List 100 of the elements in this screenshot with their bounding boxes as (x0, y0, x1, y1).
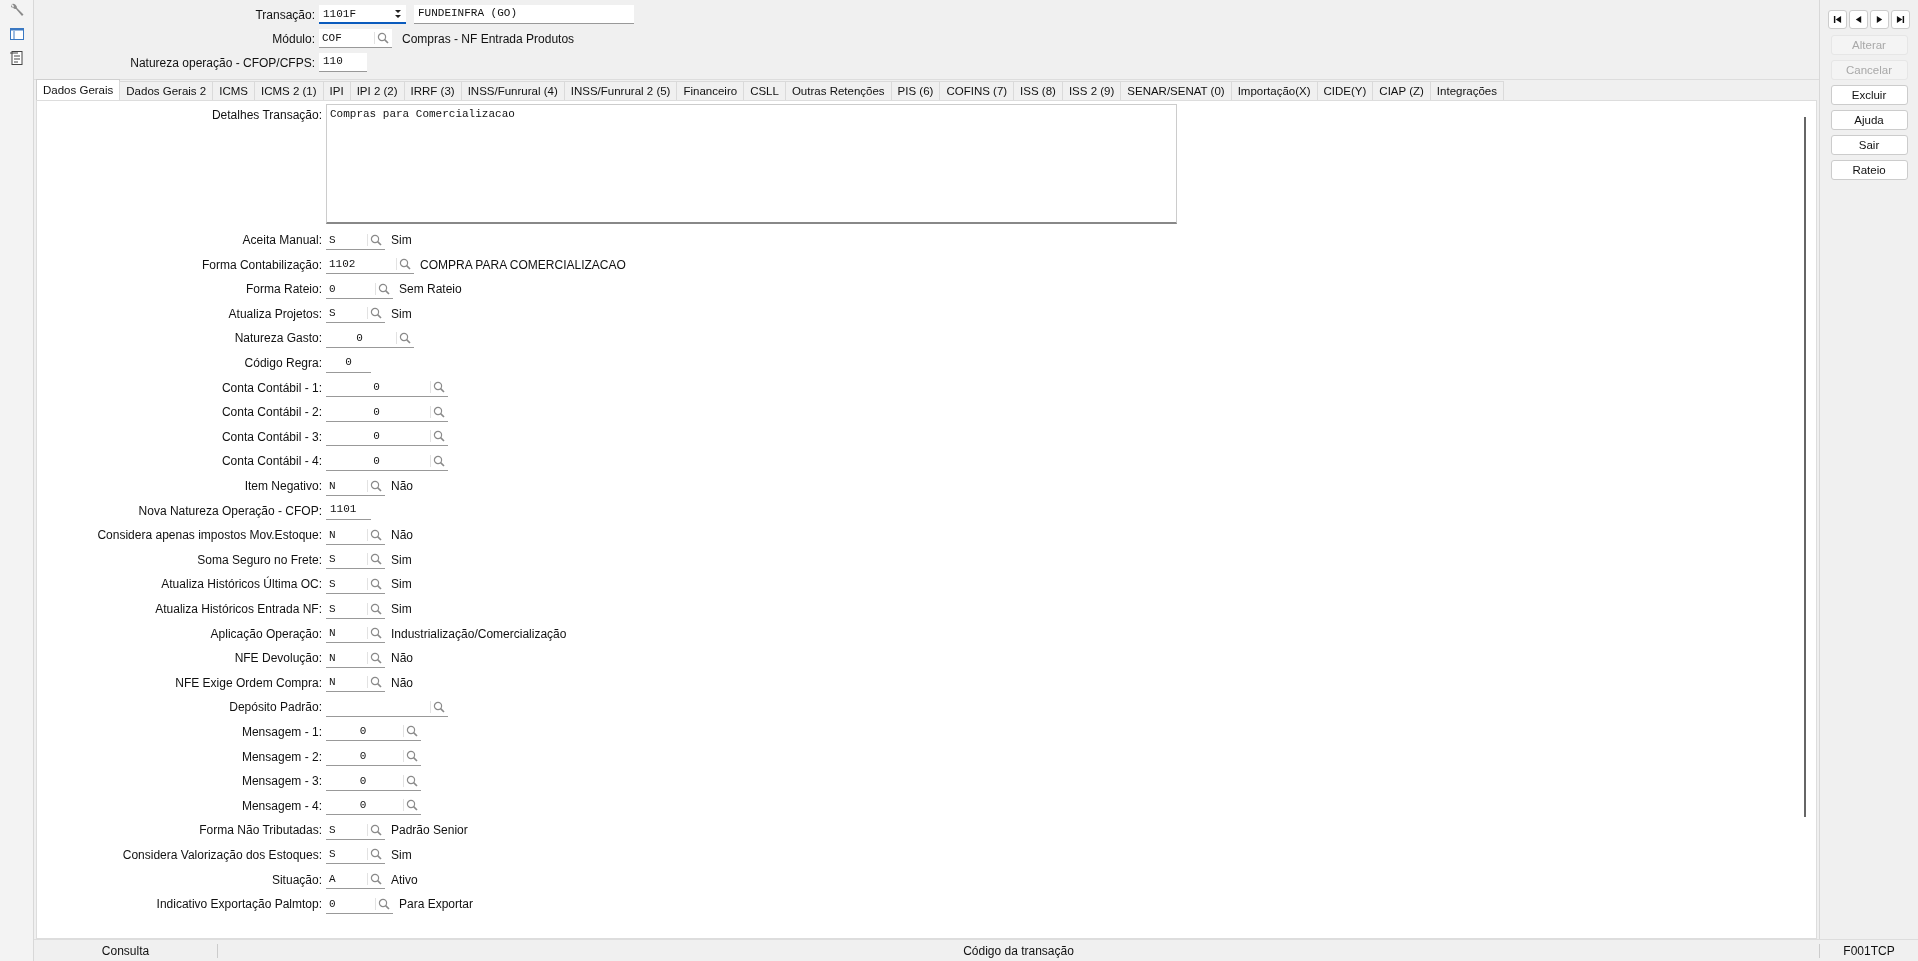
lookup-field[interactable]: S (326, 550, 385, 570)
field-label: Conta Contábil - 3: (220, 429, 322, 444)
field-label: Indicativo Exportação Palmtop: (155, 897, 322, 912)
lookup-field[interactable]: 0 (326, 722, 421, 742)
search-icon[interactable] (367, 233, 382, 246)
field-description: Compras - NF Entrada Produtos (402, 31, 575, 46)
tab[interactable]: PIS (6) (890, 81, 941, 100)
field-description: COMPRA PARA COMERCIALIZACAO (420, 257, 626, 272)
field-label: Código Regra: (243, 356, 322, 371)
field-label: Considera apenas impostos Mov.Estoque: (96, 528, 322, 543)
search-icon[interactable] (367, 577, 382, 590)
search-icon[interactable] (375, 897, 390, 910)
field-description: Não (391, 675, 413, 690)
search-icon[interactable] (374, 32, 389, 44)
field-description: Para Exportar (399, 897, 474, 912)
search-icon[interactable] (367, 873, 382, 886)
search-icon[interactable] (367, 823, 382, 836)
tab[interactable]: ISS 2 (9) (1061, 81, 1122, 100)
search-icon[interactable] (367, 848, 382, 861)
next-record-button[interactable] (1870, 10, 1889, 29)
search-icon[interactable] (403, 725, 418, 738)
search-icon[interactable] (403, 774, 418, 787)
search-icon[interactable] (367, 676, 382, 689)
tab[interactable]: COFINS (7) (939, 81, 1015, 100)
field-label: Aplicação Operação: (209, 626, 322, 641)
status-screen-code: F001TCP (1842, 943, 1896, 958)
lookup-field[interactable]: 1102 (326, 255, 414, 275)
tab[interactable]: CIDE(Y) (1316, 81, 1374, 100)
field-label: Mensagem - 1: (240, 724, 322, 739)
field-label: Mensagem - 3: (240, 774, 322, 789)
lookup-field[interactable]: 0 (326, 747, 421, 767)
arrow-icon (1875, 15, 1884, 24)
field-description: Padrão Senior (391, 823, 468, 838)
lookup-field[interactable]: N (326, 624, 385, 644)
lookup-field[interactable]: 0 (326, 378, 448, 398)
wrench-icon[interactable] (8, 2, 25, 18)
tab[interactable]: Importação(X) (1230, 81, 1318, 100)
lookup-field[interactable]: S (326, 845, 385, 865)
field-value: 1101F (323, 7, 356, 20)
search-icon[interactable] (430, 700, 445, 713)
tab[interactable]: INSS/Funrural 2 (5) (563, 81, 678, 100)
action-button[interactable]: Excluir (1830, 85, 1908, 105)
scrollbar-thumb[interactable] (1804, 117, 1806, 817)
lookup-field[interactable]: N (326, 673, 385, 693)
transaction-name-field[interactable]: FUNDEINFRA (GO) (414, 5, 634, 24)
module-field[interactable]: COF (319, 29, 392, 48)
cfop-field[interactable]: 110 (319, 53, 367, 72)
search-icon[interactable] (430, 430, 445, 443)
search-icon[interactable] (430, 381, 445, 394)
tab[interactable]: ISS (8) (1013, 81, 1063, 100)
form-icon[interactable] (8, 50, 25, 66)
search-icon[interactable] (367, 602, 382, 615)
field-label: NFE Devolução: (233, 651, 322, 666)
search-icon[interactable] (430, 454, 445, 467)
search-icon[interactable] (396, 331, 411, 344)
status-hint: Código da transação (218, 943, 1820, 958)
last-record-button[interactable] (1891, 10, 1910, 29)
field-description: Industrialização/Comercialização (391, 626, 567, 641)
field-label: Item Negativo: (243, 479, 322, 494)
field-label: Mensagem - 2: (240, 749, 322, 764)
search-icon[interactable] (367, 528, 382, 541)
transaction-combobox[interactable]: 1101F (319, 5, 406, 24)
tab[interactable]: IRRF (3) (403, 81, 462, 100)
search-icon[interactable] (367, 553, 382, 566)
arrow-icon (1854, 15, 1863, 24)
lookup-field[interactable]: S (326, 304, 385, 324)
search-icon[interactable] (367, 307, 382, 320)
dropdown-icon[interactable] (394, 8, 402, 19)
action-button[interactable]: Rateio (1830, 160, 1908, 180)
prev-record-button[interactable] (1849, 10, 1868, 29)
search-icon[interactable] (367, 479, 382, 492)
search-icon[interactable] (367, 651, 382, 664)
field-label: Detalhes Transação: (210, 107, 322, 122)
action-button[interactable]: Ajuda (1830, 110, 1908, 130)
search-icon[interactable] (403, 750, 418, 763)
search-icon[interactable] (403, 799, 418, 812)
first-record-button[interactable] (1828, 10, 1847, 29)
tab[interactable]: Integrações (1429, 81, 1504, 100)
tab[interactable]: ICMS 2 (1) (253, 81, 324, 100)
tab[interactable]: IPI 2 (2) (349, 81, 405, 100)
search-icon[interactable] (367, 627, 382, 640)
window-icon[interactable] (8, 26, 25, 42)
search-icon[interactable] (375, 282, 390, 295)
tab[interactable]: SENAR/SENAT (0) (1120, 81, 1232, 100)
search-icon[interactable] (396, 258, 411, 271)
action-button[interactable]: Sair (1830, 135, 1908, 155)
tab[interactable]: INSS/Funrural (4) (460, 81, 565, 100)
details-textarea[interactable]: Compras para Comercializacao (326, 104, 1177, 224)
field-label: Aceita Manual: (241, 233, 322, 248)
tab[interactable]: CIAP (Z) (1372, 81, 1431, 100)
tab[interactable]: Dados Gerais (36, 79, 121, 100)
field-label: Mensagem - 4: (240, 798, 322, 813)
lookup-field[interactable]: A (326, 870, 385, 890)
field-description: Sim (391, 552, 412, 567)
field-label: Conta Contábil - 4: (220, 454, 322, 469)
search-icon[interactable] (430, 405, 445, 418)
lookup-field[interactable]: 0 (326, 427, 448, 447)
tab[interactable]: Dados Gerais 2 (119, 81, 214, 100)
lookup-field[interactable]: 0 (326, 796, 421, 816)
tab[interactable]: Outras Retenções (784, 81, 892, 100)
